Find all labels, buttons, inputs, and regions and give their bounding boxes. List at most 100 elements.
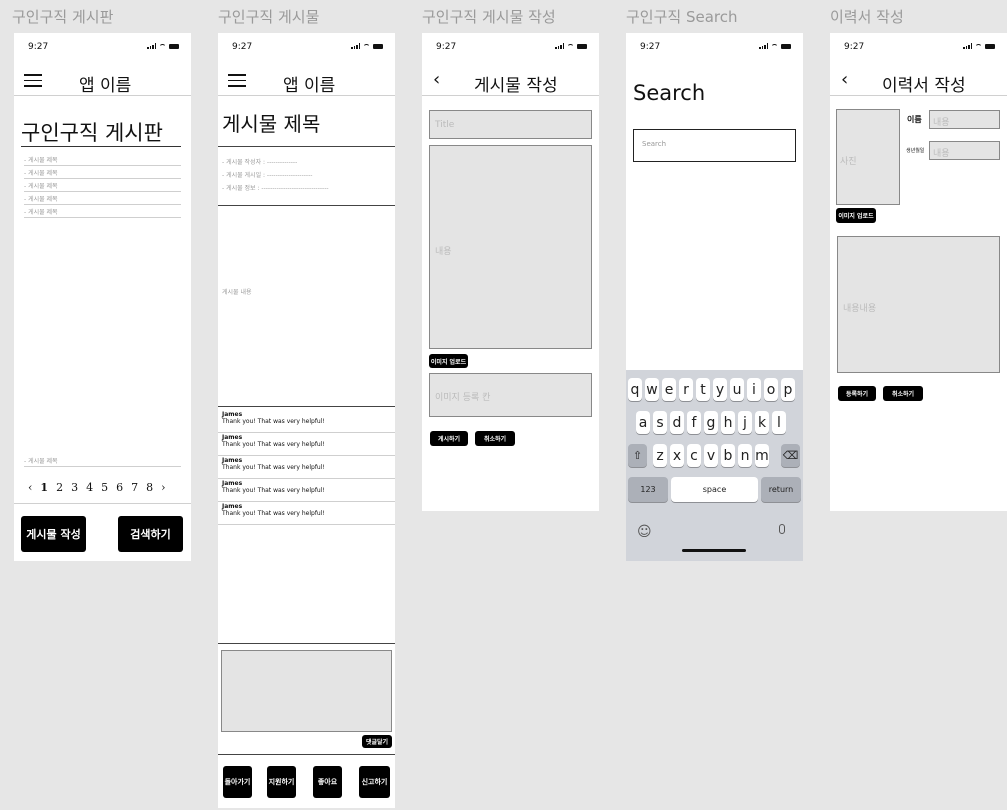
back-icon[interactable]: ‹: [841, 69, 848, 90]
key[interactable]: k: [755, 411, 769, 434]
key[interactable]: o: [764, 378, 778, 401]
comment-input[interactable]: [221, 650, 392, 732]
title-input[interactable]: Title: [429, 110, 592, 139]
name-field[interactable]: 내용: [929, 110, 1000, 129]
key[interactable]: c: [687, 444, 701, 467]
content-input[interactable]: 내용: [429, 145, 592, 349]
page-number[interactable]: 6: [116, 481, 123, 494]
image-area[interactable]: 이미지 등록 칸: [429, 373, 592, 417]
key[interactable]: j: [738, 411, 752, 434]
divider: [422, 95, 599, 96]
signal-icon: [759, 43, 768, 49]
key[interactable]: n: [738, 444, 752, 467]
emoji-icon[interactable]: ☺: [637, 524, 652, 540]
resume-content-input[interactable]: 내용내용: [837, 236, 1000, 373]
key[interactable]: x: [670, 444, 684, 467]
key[interactable]: h: [721, 411, 735, 434]
space-key[interactable]: space: [671, 477, 758, 502]
list-item[interactable]: - 게시물 제목: [24, 183, 181, 192]
nav-title: 게시물 작성: [474, 76, 558, 96]
wifi-icon: [975, 43, 982, 49]
microphone-icon[interactable]: [779, 524, 785, 534]
key[interactable]: w: [645, 378, 659, 401]
status-icons: [963, 43, 995, 49]
image-upload-button[interactable]: 이미지 업로드: [429, 354, 468, 368]
key[interactable]: z: [653, 444, 667, 467]
signal-icon: [555, 43, 564, 49]
key[interactable]: r: [679, 378, 693, 401]
battery-icon: [373, 43, 383, 49]
write-post-button[interactable]: 게시물 작성: [21, 516, 86, 552]
birth-field[interactable]: 내용: [929, 141, 1000, 160]
shift-key-icon[interactable]: ⇧: [628, 444, 647, 467]
comment-item: James Thank you! That was very helpful!: [218, 480, 395, 502]
prev-page-button[interactable]: ‹: [28, 481, 32, 494]
key[interactable]: t: [696, 378, 710, 401]
image-upload-button[interactable]: 이미지 업로드: [836, 208, 876, 223]
nav-title: 이력서 작성: [882, 76, 966, 96]
photo-box[interactable]: 사진: [836, 109, 900, 205]
page-title: 구인구직 게시판: [21, 121, 163, 145]
search-input[interactable]: Search: [633, 129, 796, 162]
key[interactable]: a: [636, 411, 650, 434]
key[interactable]: s: [653, 411, 667, 434]
wifi-icon: [771, 43, 778, 49]
like-button[interactable]: 좋아요: [313, 766, 342, 798]
back-icon[interactable]: ‹: [433, 69, 440, 90]
page-number[interactable]: 8: [146, 481, 153, 494]
list-item[interactable]: - 게시물 제목: [24, 170, 181, 179]
page-number[interactable]: 1: [40, 481, 48, 494]
apply-button[interactable]: 지원하기: [267, 766, 296, 798]
key[interactable]: i: [747, 378, 761, 401]
divider: [218, 205, 395, 206]
key[interactable]: d: [670, 411, 684, 434]
page-title: Search: [633, 81, 706, 105]
menu-icon[interactable]: [228, 74, 246, 87]
next-page-button[interactable]: ›: [161, 481, 165, 494]
key[interactable]: p: [781, 378, 795, 401]
key[interactable]: g: [704, 411, 718, 434]
list-item[interactable]: - 게시물 제목: [24, 458, 181, 467]
menu-icon[interactable]: [24, 74, 42, 87]
cancel-button[interactable]: 취소하기: [883, 386, 923, 401]
key[interactable]: q: [628, 378, 642, 401]
page-number[interactable]: 5: [101, 481, 108, 494]
home-indicator: [682, 549, 746, 552]
comment-item: James Thank you! That was very helpful!: [218, 457, 395, 479]
page-number[interactable]: 7: [131, 481, 138, 494]
key[interactable]: l: [772, 411, 786, 434]
page-number[interactable]: 3: [71, 481, 78, 494]
status-time: 9:27: [28, 42, 49, 52]
key[interactable]: v: [704, 444, 718, 467]
key[interactable]: b: [721, 444, 735, 467]
list-item[interactable]: - 게시물 제목: [24, 157, 181, 166]
submit-button[interactable]: 게시하기: [430, 431, 468, 446]
post-meta-date: - 게시물 게시일 : ---------------------: [222, 172, 313, 179]
caption-resume: 이력서 작성: [830, 8, 904, 26]
page-number[interactable]: 2: [56, 481, 63, 494]
back-button[interactable]: 돌아가기: [223, 766, 252, 798]
numbers-key[interactable]: 123: [628, 477, 668, 502]
battery-icon: [577, 43, 587, 49]
list-item[interactable]: - 게시물 제목: [24, 209, 181, 218]
post-meta-info: - 게시물 정보 : -----------------------------…: [222, 185, 329, 192]
list-item[interactable]: - 게시물 제목: [24, 196, 181, 205]
app-name: 앱 이름: [79, 76, 132, 96]
comment-item: James Thank you! That was very helpful!: [218, 503, 395, 525]
comment-submit-button[interactable]: 댓글달기: [362, 735, 392, 748]
backspace-key-icon[interactable]: ⌫: [781, 444, 800, 467]
divider: [21, 146, 181, 147]
report-button[interactable]: 신고하기: [359, 766, 390, 798]
key[interactable]: m: [755, 444, 769, 467]
key[interactable]: u: [730, 378, 744, 401]
page-number[interactable]: 4: [86, 481, 93, 494]
return-key[interactable]: return: [761, 477, 801, 502]
search-button[interactable]: 검색하기: [118, 516, 183, 552]
battery-icon: [781, 43, 791, 49]
key[interactable]: f: [687, 411, 701, 434]
cancel-button[interactable]: 취소하기: [475, 431, 515, 446]
key[interactable]: e: [662, 378, 676, 401]
comment-author: James: [222, 503, 243, 510]
key[interactable]: y: [713, 378, 727, 401]
register-button[interactable]: 등록하기: [838, 386, 876, 401]
